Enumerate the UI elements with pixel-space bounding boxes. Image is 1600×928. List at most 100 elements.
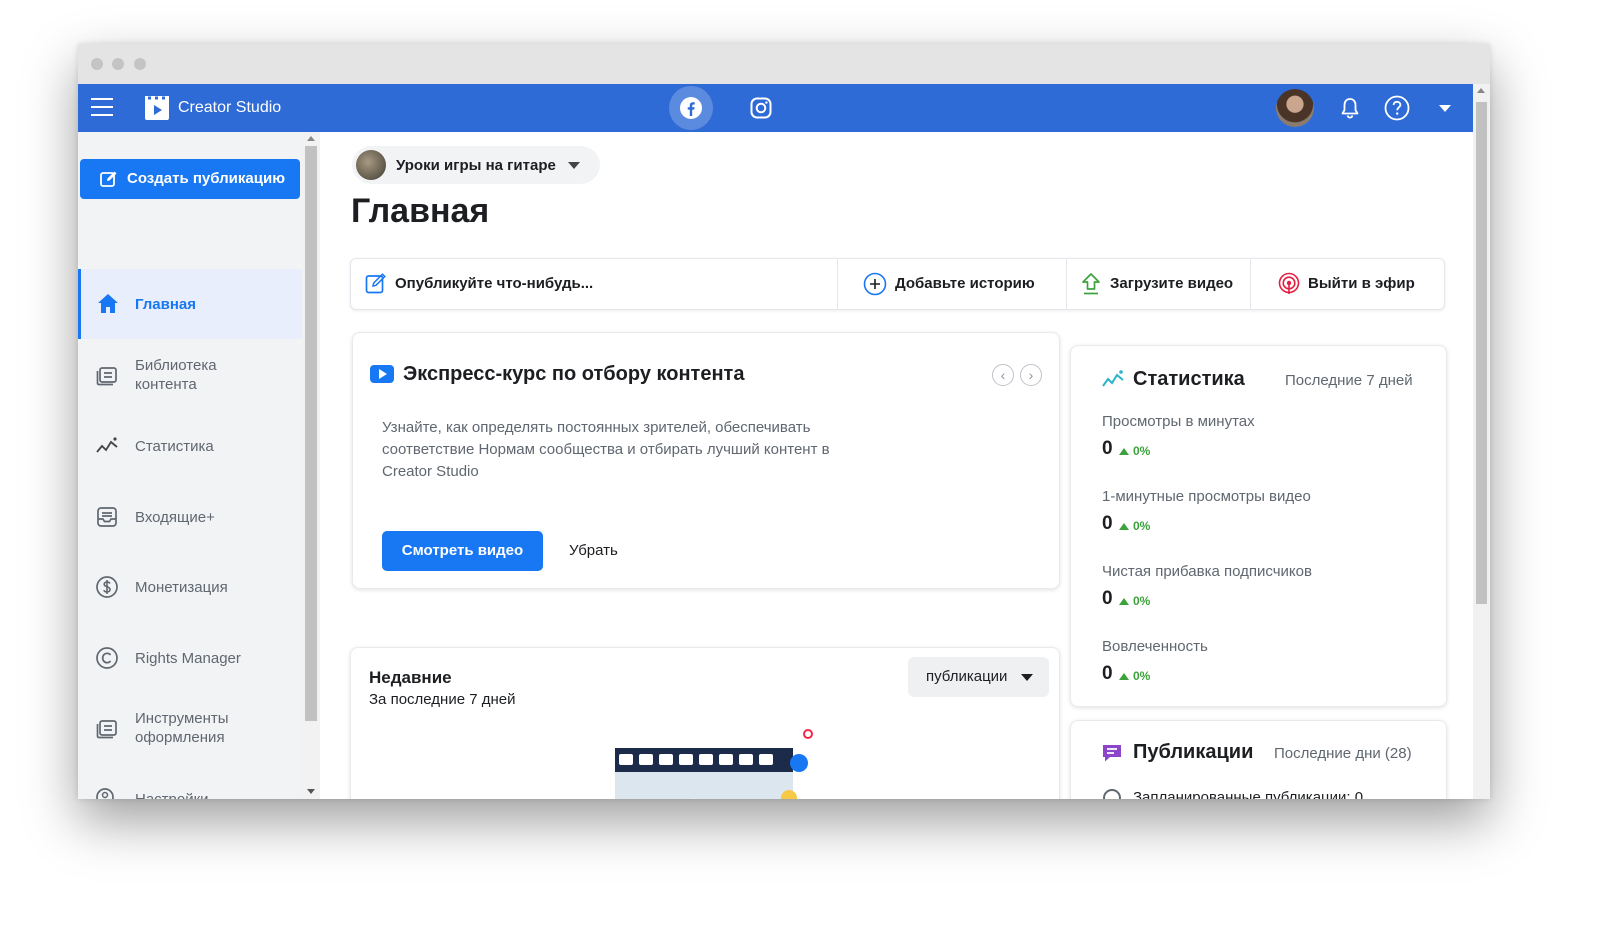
publish-something-label: Опубликуйте что-нибудь... [395, 275, 594, 292]
create-post-button[interactable]: Создать публикацию [80, 159, 300, 199]
express-course-title: Экспресс-курс по отбору контента [403, 363, 745, 385]
account-menu-chevron-down-icon[interactable] [1439, 105, 1451, 112]
metric-label: Чистая прибавка подписчиков [1102, 563, 1312, 580]
sidebar-item-design-tools[interactable]: Инструменты оформления [78, 693, 302, 763]
sidebar-item-settings[interactable]: Настройки [78, 764, 302, 799]
sidebar-item-rights-manager[interactable]: Rights Manager [78, 623, 302, 693]
copyright-icon [96, 647, 118, 669]
publications-card: Публикации Последние дни (28) Запланиров… [1070, 720, 1447, 799]
metric-delta: 0% [1119, 669, 1150, 683]
stats-trend-icon [1102, 370, 1124, 387]
tools-icon [96, 720, 117, 739]
publications-range: Последние дни (28) [1274, 745, 1412, 762]
maximize-dot[interactable] [134, 58, 146, 70]
main-scrollbar-thumb[interactable] [1476, 102, 1487, 604]
main-content: Уроки игры на гитаре Главная Опубликуйте… [320, 132, 1473, 799]
edit-icon [365, 273, 386, 294]
statistics-card: Статистика Последние 7 дней Просмотры в … [1070, 345, 1447, 707]
speech-bubble-icon [1103, 745, 1121, 762]
statistics-range: Последние 7 дней [1285, 372, 1413, 389]
sidebar-item-label: Монетизация [135, 579, 228, 596]
clock-icon [1103, 789, 1121, 799]
recent-title: Недавние [369, 668, 452, 687]
dismiss-button[interactable]: Убрать [569, 542, 618, 559]
sidebar-item-label: Rights Manager [135, 650, 241, 667]
recent-filter-dropdown[interactable]: публикации [908, 657, 1049, 697]
express-course-description: Узнайте, как определять постоянных зрите… [382, 419, 830, 480]
sidebar-item-inbox[interactable]: Входящие+ [78, 482, 302, 552]
upload-video-button[interactable]: Загрузите видео [1067, 259, 1250, 309]
scroll-down-icon[interactable] [307, 789, 315, 794]
sidebar-item-statistics[interactable]: Статистика [78, 411, 302, 481]
facebook-icon [680, 97, 702, 119]
watch-video-button[interactable]: Смотреть видео [382, 531, 543, 571]
upload-video-label: Загрузите видео [1110, 275, 1234, 292]
top-navigation-bar: Creator Studio [78, 84, 1473, 132]
sidebar-item-content-library[interactable]: Библиотека контента [78, 340, 302, 410]
video-play-icon [370, 365, 394, 383]
express-course-card: Экспресс-курс по отбору контента ‹ › Узн… [352, 332, 1060, 589]
home-icon [98, 294, 118, 313]
sidebar-item-label: Инструменты оформления [135, 710, 229, 746]
app-title: Creator Studio [178, 99, 282, 116]
sidebar-item-label: Входящие+ [135, 509, 215, 526]
publications-title: Публикации [1133, 741, 1254, 763]
stats-icon [96, 437, 118, 453]
scroll-up-icon[interactable] [307, 136, 315, 141]
notifications-bell-icon[interactable] [1338, 96, 1362, 120]
live-broadcast-icon [1278, 272, 1300, 294]
metric-delta: 0% [1119, 444, 1150, 458]
statistics-title: Статистика [1133, 368, 1245, 390]
creator-studio-logo-icon [145, 96, 169, 120]
publish-something-button[interactable]: Опубликуйте что-нибудь... [351, 259, 837, 309]
edit-icon [100, 171, 117, 187]
sidebar-item-label: Главная [135, 296, 197, 313]
scheduled-publications: Запланированные публикации: 0 [1133, 789, 1364, 799]
create-post-label: Создать публикацию [127, 170, 285, 187]
sidebar-scrollbar[interactable] [302, 132, 320, 799]
add-story-label: Добавьте историю [895, 275, 1035, 292]
library-icon [96, 367, 117, 386]
add-story-button[interactable]: Добавьте историю [838, 259, 1066, 309]
sidebar-item-label: Настройки [135, 790, 209, 799]
chevron-down-icon [1021, 674, 1033, 681]
dollar-icon [96, 576, 118, 598]
chevron-down-icon [568, 162, 580, 169]
metric-label: 1-минутные просмотры видео [1102, 488, 1311, 505]
recent-filter-value: публикации [926, 668, 1008, 685]
recent-subtitle: За последние 7 дней [369, 691, 516, 708]
minimize-dot[interactable] [112, 58, 124, 70]
sidebar: Создать публикацию Главная Библиотека ко… [78, 132, 302, 799]
main-scrollbar[interactable] [1473, 84, 1490, 799]
go-live-button[interactable]: Выйти в эфир [1251, 259, 1444, 309]
sidebar-scrollbar-thumb[interactable] [305, 146, 317, 721]
metric-value: 0 [1102, 438, 1113, 459]
close-dot[interactable] [91, 58, 103, 70]
facebook-tab[interactable] [669, 86, 713, 130]
empty-video-illustration [615, 729, 813, 799]
sidebar-item-monetization[interactable]: Монетизация [78, 552, 302, 622]
user-avatar[interactable] [1276, 89, 1314, 127]
sidebar-item-label: Библиотека контента [135, 357, 217, 393]
page-avatar [356, 150, 386, 180]
metric-value: 0 [1102, 588, 1113, 609]
quick-actions-bar: Опубликуйте что-нибудь... Добавьте истор… [350, 258, 1445, 310]
page-selector[interactable]: Уроки игры на гитаре [352, 146, 600, 184]
previous-arrow-icon[interactable]: ‹ [992, 364, 1014, 386]
sidebar-item-home[interactable]: Главная [78, 269, 302, 339]
metric-delta: 0% [1119, 594, 1150, 608]
metric-label: Просмотры в минутах [1102, 413, 1255, 430]
recent-posts-card: Недавние За последние 7 дней публикации [350, 647, 1060, 799]
metric-value: 0 [1102, 663, 1113, 684]
browser-window: Creator Studio Создать публикацию Главна… [78, 44, 1490, 799]
inbox-icon [97, 507, 117, 527]
hamburger-menu-icon[interactable] [91, 98, 113, 118]
upload-arrow-icon [1082, 273, 1100, 295]
instagram-icon[interactable] [750, 97, 772, 119]
scroll-up-icon[interactable] [1477, 88, 1485, 93]
help-icon[interactable] [1384, 95, 1410, 121]
go-live-label: Выйти в эфир [1308, 275, 1415, 292]
settings-icon [96, 788, 114, 799]
next-arrow-icon[interactable]: › [1020, 364, 1042, 386]
sidebar-item-label: Статистика [135, 438, 214, 455]
